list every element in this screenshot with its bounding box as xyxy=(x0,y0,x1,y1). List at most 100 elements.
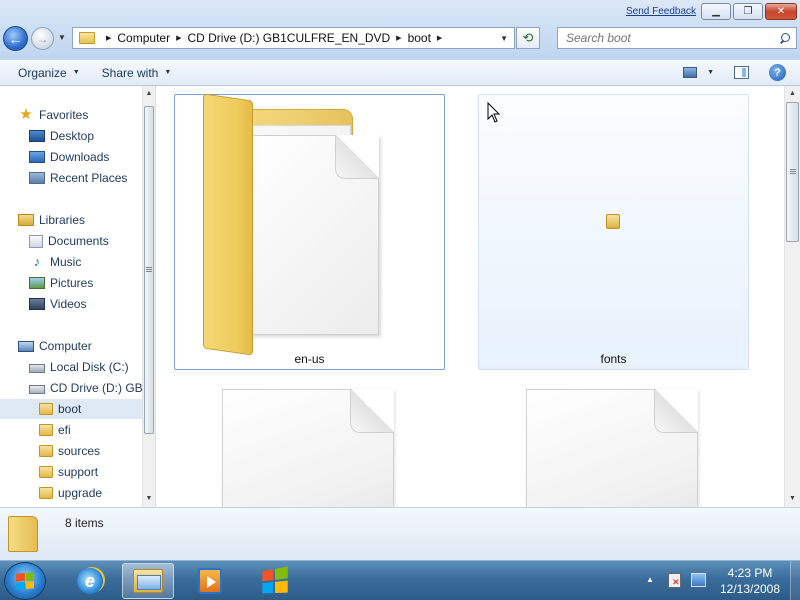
music-icon: ♪ xyxy=(33,254,41,269)
refresh-button[interactable]: ⟲ xyxy=(516,27,540,49)
desktop-icon xyxy=(29,130,45,142)
nav-folder-efi[interactable]: efi xyxy=(39,420,71,440)
nav-documents[interactable]: Documents xyxy=(29,231,109,251)
folder-tile-en-us[interactable]: en-us xyxy=(174,93,445,370)
nav-music[interactable]: ♪ Music xyxy=(29,252,82,272)
nav-cd-drive[interactable]: CD Drive (D:) GB1CULFRE_EN_DVD xyxy=(29,378,155,398)
address-dropdown-icon[interactable]: ▼ xyxy=(500,34,508,43)
nav-folder-sources[interactable]: sources xyxy=(39,441,100,461)
nav-scrollbar[interactable]: ▲ ▼ xyxy=(142,86,155,507)
forward-arrow-icon: → xyxy=(36,31,49,46)
nav-computer[interactable]: Computer xyxy=(18,336,92,356)
folder-page-icon xyxy=(245,135,379,335)
address-bar[interactable]: ▶ Computer ▶ CD Drive (D:) GB1CULFRE_EN_… xyxy=(72,27,515,49)
nav-desktop[interactable]: Desktop xyxy=(29,126,94,146)
nav-folder-upgrade[interactable]: upgrade xyxy=(39,483,102,503)
breadcrumb-arrow-icon[interactable]: ▶ xyxy=(176,34,181,42)
internet-explorer-icon: e xyxy=(77,568,103,594)
close-button[interactable]: ✕ xyxy=(765,3,797,20)
clock-date: 12/13/2008 xyxy=(719,582,781,596)
recent-pages-dropdown-icon[interactable]: ▼ xyxy=(58,33,66,42)
item-count: 8 items xyxy=(65,516,104,530)
maximize-button[interactable]: ❐ xyxy=(733,3,763,20)
breadcrumb-arrow-icon[interactable]: ▶ xyxy=(106,34,111,42)
window-titlebar: Send Feedback ▁ ❐ ✕ ← → ▼ ▶ Computer ▶ C… xyxy=(0,0,800,60)
clock[interactable]: 4:23 PM 12/13/2008 xyxy=(712,565,788,597)
breadcrumb-computer[interactable]: Computer xyxy=(117,31,170,45)
start-button[interactable] xyxy=(4,562,46,600)
nav-label: Music xyxy=(50,255,82,269)
scroll-up-icon[interactable]: ▲ xyxy=(143,88,155,100)
item-label: en-us xyxy=(294,352,325,366)
clock-time: 4:23 PM xyxy=(727,566,773,580)
windows-explorer-icon xyxy=(133,569,163,593)
downloads-icon xyxy=(29,151,45,163)
forward-button[interactable]: → xyxy=(31,27,54,50)
scroll-down-icon[interactable]: ▼ xyxy=(143,493,155,505)
page-fold-icon xyxy=(654,389,698,433)
help-icon[interactable]: ? xyxy=(769,64,786,81)
taskbar-windows-explorer[interactable] xyxy=(122,563,174,599)
show-desktop-button[interactable] xyxy=(790,561,800,600)
organize-button[interactable]: Organize ▼ xyxy=(0,60,90,85)
taskbar-windows-app[interactable] xyxy=(248,563,300,599)
folder-icon xyxy=(39,424,53,436)
taskbar-internet-explorer[interactable]: e xyxy=(64,563,116,599)
grip-icon xyxy=(789,169,796,175)
nav-recent-places[interactable]: Recent Places xyxy=(29,168,127,188)
breadcrumb-boot[interactable]: boot xyxy=(408,31,431,45)
chevron-down-icon: ▼ xyxy=(72,69,80,76)
back-arrow-icon: ← xyxy=(8,30,23,47)
libraries-icon xyxy=(18,214,34,226)
back-button[interactable]: ← xyxy=(3,26,28,51)
preview-pane-icon[interactable] xyxy=(734,66,749,79)
nav-scroll-thumb[interactable] xyxy=(144,106,154,434)
content-scroll-thumb[interactable] xyxy=(786,102,799,242)
close-icon: ✕ xyxy=(776,6,786,17)
taskbar: e ▲ 4:23 PM 12/13/2008 xyxy=(0,560,800,600)
toolbar-right-group: ▼ ? xyxy=(683,60,800,85)
scroll-up-icon[interactable]: ▲ xyxy=(785,88,800,100)
nav-pictures[interactable]: Pictures xyxy=(29,273,93,293)
details-pane: 8 items xyxy=(0,507,800,560)
nav-label: Documents xyxy=(48,234,109,248)
content-scrollbar[interactable]: ▲ ▼ xyxy=(784,86,800,507)
action-center-icon[interactable] xyxy=(668,573,681,588)
mouse-cursor-icon xyxy=(487,102,501,123)
taskbar-media-player[interactable] xyxy=(184,563,236,599)
search-input[interactable] xyxy=(566,31,766,45)
nav-downloads[interactable]: Downloads xyxy=(29,147,109,167)
videos-icon xyxy=(29,298,45,310)
send-feedback-link[interactable]: Send Feedback xyxy=(626,6,696,17)
nav-label: upgrade xyxy=(58,486,103,500)
nav-videos[interactable]: Videos xyxy=(29,294,86,314)
folder-tile-fonts[interactable]: fonts xyxy=(478,94,749,370)
nav-favorites[interactable]: ★ Favorites xyxy=(18,105,88,125)
nav-folder-support[interactable]: support xyxy=(39,462,98,482)
share-with-button[interactable]: Share with ▼ xyxy=(90,60,182,85)
folder-icon xyxy=(39,487,53,499)
change-view-icon[interactable] xyxy=(683,67,698,78)
breadcrumb-arrow-icon[interactable]: ▶ xyxy=(437,34,442,42)
recent-places-icon xyxy=(29,172,45,184)
search-box[interactable] xyxy=(557,27,797,49)
nav-label: Pictures xyxy=(50,276,94,290)
minimize-button[interactable]: ▁ xyxy=(701,3,731,20)
nav-label: sources xyxy=(58,444,101,458)
breadcrumb-cd-drive[interactable]: CD Drive (D:) GB1CULFRE_EN_DVD xyxy=(187,31,390,45)
command-toolbar: Organize ▼ Share with ▼ ▼ ? xyxy=(0,60,800,86)
scroll-down-icon[interactable]: ▼ xyxy=(785,493,800,505)
nav-folder-boot[interactable]: boot xyxy=(0,399,142,419)
breadcrumb-arrow-icon[interactable]: ▶ xyxy=(396,34,401,42)
show-hidden-icons-icon[interactable]: ▲ xyxy=(646,575,654,584)
file-tile[interactable] xyxy=(222,389,394,507)
network-icon[interactable] xyxy=(691,573,706,587)
folder-icon xyxy=(8,516,38,552)
search-icon[interactable] xyxy=(779,32,790,44)
views-dropdown-icon[interactable]: ▼ xyxy=(707,69,714,76)
page-fold-icon xyxy=(335,135,379,179)
nav-label: Desktop xyxy=(50,129,95,143)
file-tile[interactable] xyxy=(526,389,698,507)
nav-local-disk[interactable]: Local Disk (C:) xyxy=(29,357,129,377)
nav-libraries[interactable]: Libraries xyxy=(18,210,85,230)
